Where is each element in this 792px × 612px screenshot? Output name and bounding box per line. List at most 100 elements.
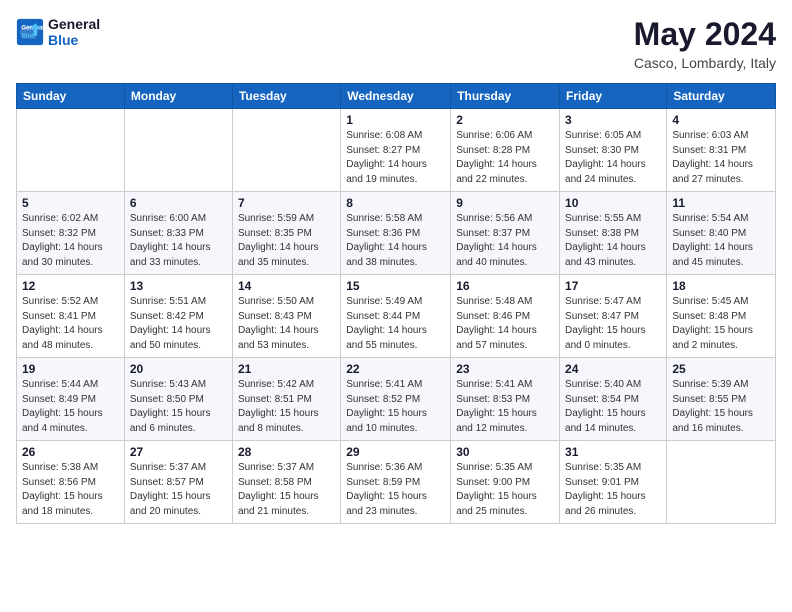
calendar-cell-4-4: 30 Sunrise: 5:35 AM Sunset: 9:00 PM Dayli… — [451, 441, 560, 524]
day-number: 19 — [22, 362, 119, 376]
header-sunday: Sunday — [17, 84, 125, 109]
calendar-cell-4-2: 28 Sunrise: 5:37 AM Sunset: 8:58 PM Dayli… — [232, 441, 340, 524]
day-info: Sunrise: 5:59 AM Sunset: 8:35 PM Dayligh… — [238, 212, 335, 270]
day-info: Sunrise: 5:40 AM Sunset: 8:54 PM Dayligh… — [565, 378, 661, 436]
calendar-cell-1-6: 11Sunrise: 5:54 AM Sunset: 8:40 PM Dayli… — [667, 192, 776, 275]
calendar-cell-0-1 — [124, 109, 232, 192]
calendar-cell-3-6: 25Sunrise: 5:39 AM Sunset: 8:55 PM Dayli… — [667, 358, 776, 441]
calendar-cell-3-3: 22 Sunrise: 5:41 AM Sunset: 8:52 PM Dayli… — [341, 358, 451, 441]
day-number: 6 — [130, 196, 227, 210]
day-number: 10 — [565, 196, 661, 210]
calendar-cell-0-5: 3 Sunrise: 6:05 AM Sunset: 8:30 PM Daylig… — [560, 109, 667, 192]
day-info: Sunrise: 5:58 AM Sunset: 8:36 PM Dayligh… — [346, 212, 445, 270]
title-block: May 2024 Casco, Lombardy, Italy — [634, 16, 776, 71]
header: General Blue General Blue May 2024 Casco… — [16, 16, 776, 71]
day-number: 2 — [456, 113, 554, 127]
calendar-cell-0-6: 4Sunrise: 6:03 AM Sunset: 8:31 PM Daylig… — [667, 109, 776, 192]
day-info: Sunrise: 5:35 AM Sunset: 9:00 PM Dayligh… — [456, 461, 554, 519]
calendar-cell-0-4: 2 Sunrise: 6:06 AM Sunset: 8:28 PM Daylig… — [451, 109, 560, 192]
calendar-cell-2-1: 13Sunrise: 5:51 AM Sunset: 8:42 PM Dayli… — [124, 275, 232, 358]
day-number: 17 — [565, 279, 661, 293]
day-info: Sunrise: 5:42 AM Sunset: 8:51 PM Dayligh… — [238, 378, 335, 436]
calendar-cell-0-3: 1 Sunrise: 6:08 AM Sunset: 8:27 PM Daylig… — [341, 109, 451, 192]
calendar-cell-2-6: 18Sunrise: 5:45 AM Sunset: 8:48 PM Dayli… — [667, 275, 776, 358]
calendar-cell-1-5: 10 Sunrise: 5:55 AM Sunset: 8:38 PM Dayli… — [560, 192, 667, 275]
day-number: 3 — [565, 113, 661, 127]
day-info: Sunrise: 5:43 AM Sunset: 8:50 PM Dayligh… — [130, 378, 227, 436]
day-info: Sunrise: 6:08 AM Sunset: 8:27 PM Dayligh… — [346, 129, 445, 187]
day-info: Sunrise: 6:02 AM Sunset: 8:32 PM Dayligh… — [22, 212, 119, 270]
header-friday: Friday — [560, 84, 667, 109]
day-number: 28 — [238, 445, 335, 459]
header-monday: Monday — [124, 84, 232, 109]
day-info: Sunrise: 5:55 AM Sunset: 8:38 PM Dayligh… — [565, 212, 661, 270]
day-info: Sunrise: 5:52 AM Sunset: 8:41 PM Dayligh… — [22, 295, 119, 353]
calendar-cell-3-0: 19 Sunrise: 5:44 AM Sunset: 8:49 PM Dayli… — [17, 358, 125, 441]
day-number: 11 — [672, 196, 770, 210]
day-info: Sunrise: 5:36 AM Sunset: 8:59 PM Dayligh… — [346, 461, 445, 519]
logo: General Blue General Blue — [16, 16, 100, 48]
day-info: Sunrise: 5:48 AM Sunset: 8:46 PM Dayligh… — [456, 295, 554, 353]
calendar-table: Sunday Monday Tuesday Wednesday Thursday… — [16, 83, 776, 524]
header-tuesday: Tuesday — [232, 84, 340, 109]
day-info: Sunrise: 5:41 AM Sunset: 8:53 PM Dayligh… — [456, 378, 554, 436]
week-row-0: 1 Sunrise: 6:08 AM Sunset: 8:27 PM Daylig… — [17, 109, 776, 192]
location-subtitle: Casco, Lombardy, Italy — [634, 55, 776, 71]
day-info: Sunrise: 5:38 AM Sunset: 8:56 PM Dayligh… — [22, 461, 119, 519]
day-number: 27 — [130, 445, 227, 459]
calendar-cell-1-0: 5 Sunrise: 6:02 AM Sunset: 8:32 PM Daylig… — [17, 192, 125, 275]
logo-text: General Blue — [48, 16, 100, 48]
calendar-cell-3-4: 23Sunrise: 5:41 AM Sunset: 8:53 PM Dayli… — [451, 358, 560, 441]
calendar-cell-0-0 — [17, 109, 125, 192]
day-number: 4 — [672, 113, 770, 127]
day-info: Sunrise: 5:45 AM Sunset: 8:48 PM Dayligh… — [672, 295, 770, 353]
calendar-cell-4-5: 31 Sunrise: 5:35 AM Sunset: 9:01 PM Dayli… — [560, 441, 667, 524]
day-info: Sunrise: 5:56 AM Sunset: 8:37 PM Dayligh… — [456, 212, 554, 270]
calendar-cell-2-0: 12 Sunrise: 5:52 AM Sunset: 8:41 PM Dayli… — [17, 275, 125, 358]
day-number: 22 — [346, 362, 445, 376]
day-info: Sunrise: 5:41 AM Sunset: 8:52 PM Dayligh… — [346, 378, 445, 436]
day-number: 24 — [565, 362, 661, 376]
day-info: Sunrise: 5:37 AM Sunset: 8:58 PM Dayligh… — [238, 461, 335, 519]
day-number: 30 — [456, 445, 554, 459]
calendar-cell-3-2: 21 Sunrise: 5:42 AM Sunset: 8:51 PM Dayli… — [232, 358, 340, 441]
header-thursday: Thursday — [451, 84, 560, 109]
day-info: Sunrise: 6:06 AM Sunset: 8:28 PM Dayligh… — [456, 129, 554, 187]
calendar-cell-4-1: 27Sunrise: 5:37 AM Sunset: 8:57 PM Dayli… — [124, 441, 232, 524]
calendar-cell-0-2 — [232, 109, 340, 192]
day-number: 14 — [238, 279, 335, 293]
header-saturday: Saturday — [667, 84, 776, 109]
month-title: May 2024 — [634, 16, 776, 53]
calendar-cell-4-3: 29Sunrise: 5:36 AM Sunset: 8:59 PM Dayli… — [341, 441, 451, 524]
day-number: 31 — [565, 445, 661, 459]
week-row-4: 26 Sunrise: 5:38 AM Sunset: 8:56 PM Dayli… — [17, 441, 776, 524]
calendar-cell-3-1: 20 Sunrise: 5:43 AM Sunset: 8:50 PM Dayli… — [124, 358, 232, 441]
day-info: Sunrise: 5:50 AM Sunset: 8:43 PM Dayligh… — [238, 295, 335, 353]
day-number: 7 — [238, 196, 335, 210]
calendar-cell-2-3: 15Sunrise: 5:49 AM Sunset: 8:44 PM Dayli… — [341, 275, 451, 358]
weekday-header-row: Sunday Monday Tuesday Wednesday Thursday… — [17, 84, 776, 109]
calendar-cell-2-2: 14 Sunrise: 5:50 AM Sunset: 8:43 PM Dayli… — [232, 275, 340, 358]
day-number: 9 — [456, 196, 554, 210]
day-number: 20 — [130, 362, 227, 376]
day-number: 16 — [456, 279, 554, 293]
calendar-cell-4-6 — [667, 441, 776, 524]
day-info: Sunrise: 5:44 AM Sunset: 8:49 PM Dayligh… — [22, 378, 119, 436]
day-info: Sunrise: 5:39 AM Sunset: 8:55 PM Dayligh… — [672, 378, 770, 436]
calendar-cell-2-4: 16 Sunrise: 5:48 AM Sunset: 8:46 PM Dayli… — [451, 275, 560, 358]
svg-text:Blue: Blue — [21, 32, 35, 39]
calendar-cell-1-2: 7 Sunrise: 5:59 AM Sunset: 8:35 PM Daylig… — [232, 192, 340, 275]
day-number: 5 — [22, 196, 119, 210]
week-row-2: 12 Sunrise: 5:52 AM Sunset: 8:41 PM Dayli… — [17, 275, 776, 358]
day-info: Sunrise: 5:47 AM Sunset: 8:47 PM Dayligh… — [565, 295, 661, 353]
day-info: Sunrise: 5:49 AM Sunset: 8:44 PM Dayligh… — [346, 295, 445, 353]
calendar-cell-4-0: 26 Sunrise: 5:38 AM Sunset: 8:56 PM Dayli… — [17, 441, 125, 524]
calendar-cell-1-1: 6Sunrise: 6:00 AM Sunset: 8:33 PM Daylig… — [124, 192, 232, 275]
header-wednesday: Wednesday — [341, 84, 451, 109]
day-number: 21 — [238, 362, 335, 376]
day-number: 1 — [346, 113, 445, 127]
day-info: Sunrise: 5:35 AM Sunset: 9:01 PM Dayligh… — [565, 461, 661, 519]
day-number: 12 — [22, 279, 119, 293]
day-number: 26 — [22, 445, 119, 459]
day-info: Sunrise: 6:05 AM Sunset: 8:30 PM Dayligh… — [565, 129, 661, 187]
